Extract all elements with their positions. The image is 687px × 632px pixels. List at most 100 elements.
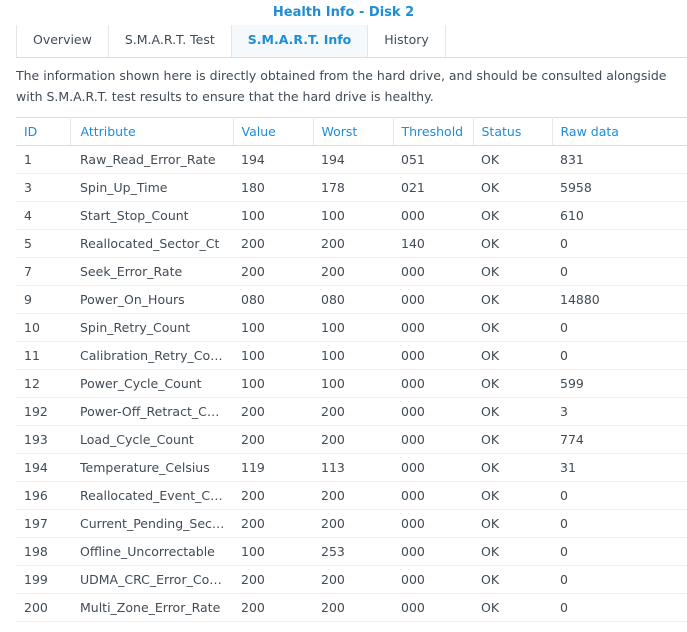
cell-status: OK xyxy=(473,201,552,230)
cell-id: 192 xyxy=(16,397,70,426)
cell-id: 11 xyxy=(16,341,70,370)
cell-raw-data: 0 xyxy=(552,593,687,622)
table-row[interactable]: 7 Seek_Error_Rate 200 200 000 OK 0 xyxy=(16,257,687,286)
cell-attribute: UDMA_CRC_Error_Count xyxy=(70,565,233,594)
cell-status: OK xyxy=(473,565,552,594)
cell-raw-data: 0 xyxy=(552,257,687,286)
health-info-window: Health Info - Disk 2 Overview S.M.A.R.T.… xyxy=(0,0,687,632)
cell-worst: 100 xyxy=(313,369,393,398)
table-row[interactable]: 1 Raw_Read_Error_Rate 194 194 051 OK 831 xyxy=(16,145,687,174)
cell-raw-data: 0 xyxy=(552,229,687,258)
cell-worst: 194 xyxy=(313,145,393,174)
cell-id: 4 xyxy=(16,201,70,230)
column-header-value[interactable]: Value xyxy=(233,117,314,146)
cell-status: OK xyxy=(473,145,552,174)
cell-value: 200 xyxy=(233,257,313,286)
cell-value: 194 xyxy=(233,145,313,174)
table-row[interactable]: 12 Power_Cycle_Count 100 100 000 OK 599 xyxy=(16,369,687,398)
cell-value: 100 xyxy=(233,313,313,342)
column-header-status[interactable]: Status xyxy=(473,117,553,146)
cell-value: 200 xyxy=(233,425,313,454)
cell-threshold: 000 xyxy=(393,453,473,482)
cell-status: OK xyxy=(473,425,552,454)
cell-worst: 200 xyxy=(313,257,393,286)
cell-attribute: Current_Pending_Sector xyxy=(70,509,233,538)
table-row[interactable]: 198 Offline_Uncorrectable 100 253 000 OK 0 xyxy=(16,537,687,566)
cell-worst: 178 xyxy=(313,173,393,202)
tab-history[interactable]: History xyxy=(368,25,446,57)
cell-threshold: 000 xyxy=(393,481,473,510)
table-row[interactable]: 11 Calibration_Retry_Count 100 100 000 OK 0 xyxy=(16,341,687,370)
cell-id: 5 xyxy=(16,229,70,258)
tab-smart-info[interactable]: S.M.A.R.T. Info xyxy=(231,25,369,57)
column-header-id[interactable]: ID xyxy=(16,117,71,146)
cell-raw-data: 14880 xyxy=(552,285,687,314)
cell-threshold: 000 xyxy=(393,537,473,566)
table-row[interactable]: 9 Power_On_Hours 080 080 000 OK 14880 xyxy=(16,285,687,314)
table-row[interactable]: 199 UDMA_CRC_Error_Count 200 200 000 OK 0 xyxy=(16,565,687,594)
cell-threshold: 021 xyxy=(393,173,473,202)
cell-raw-data: 0 xyxy=(552,565,687,594)
cell-id: 193 xyxy=(16,425,70,454)
cell-raw-data: 610 xyxy=(552,201,687,230)
cell-attribute: Power_Cycle_Count xyxy=(70,369,233,398)
cell-worst: 100 xyxy=(313,341,393,370)
cell-status: OK xyxy=(473,397,552,426)
table-row[interactable]: 4 Start_Stop_Count 100 100 000 OK 610 xyxy=(16,201,687,230)
cell-status: OK xyxy=(473,509,552,538)
cell-threshold: 000 xyxy=(393,369,473,398)
cell-threshold: 000 xyxy=(393,257,473,286)
cell-value: 200 xyxy=(233,509,313,538)
cell-status: OK xyxy=(473,453,552,482)
table-row[interactable]: 196 Reallocated_Event_Co... 200 200 000 OK 0 xyxy=(16,481,687,510)
column-header-attribute[interactable]: Attribute xyxy=(70,117,234,146)
cell-threshold: 000 xyxy=(393,565,473,594)
table-header-row: ID Attribute Value Worst Threshold Statu… xyxy=(16,117,687,146)
table-row[interactable]: 3 Spin_Up_Time 180 178 021 OK 5958 xyxy=(16,173,687,202)
cell-raw-data: 0 xyxy=(552,481,687,510)
cell-value: 119 xyxy=(233,453,313,482)
table-row[interactable]: 5 Reallocated_Sector_Ct 200 200 140 OK 0 xyxy=(16,229,687,258)
cell-value: 200 xyxy=(233,229,313,258)
window-title: Health Info - Disk 2 xyxy=(0,0,687,25)
cell-attribute: Seek_Error_Rate xyxy=(70,257,233,286)
cell-value: 200 xyxy=(233,565,313,594)
cell-attribute: Raw_Read_Error_Rate xyxy=(70,145,233,174)
cell-status: OK xyxy=(473,369,552,398)
cell-value: 200 xyxy=(233,593,313,622)
cell-value: 100 xyxy=(233,201,313,230)
table-row[interactable]: 10 Spin_Retry_Count 100 100 000 OK 0 xyxy=(16,313,687,342)
tab-overview[interactable]: Overview xyxy=(16,25,109,57)
table-row[interactable]: 194 Temperature_Celsius 119 113 000 OK 31 xyxy=(16,453,687,482)
cell-id: 196 xyxy=(16,481,70,510)
cell-value: 080 xyxy=(233,285,313,314)
tab-smart-test[interactable]: S.M.A.R.T. Test xyxy=(109,25,232,57)
tab-bar: Overview S.M.A.R.T. Test S.M.A.R.T. Info… xyxy=(16,25,687,58)
cell-raw-data: 0 xyxy=(552,537,687,566)
column-header-threshold[interactable]: Threshold xyxy=(393,117,474,146)
cell-value: 180 xyxy=(233,173,313,202)
table-row[interactable]: 193 Load_Cycle_Count 200 200 000 OK 774 xyxy=(16,425,687,454)
cell-status: OK xyxy=(473,537,552,566)
smart-attributes-table: ID Attribute Value Worst Threshold Statu… xyxy=(16,117,687,622)
cell-status: OK xyxy=(473,285,552,314)
cell-raw-data: 774 xyxy=(552,425,687,454)
cell-threshold: 000 xyxy=(393,397,473,426)
column-header-raw-data[interactable]: Raw data xyxy=(552,117,687,146)
cell-worst: 200 xyxy=(313,565,393,594)
cell-worst: 100 xyxy=(313,313,393,342)
cell-worst: 200 xyxy=(313,509,393,538)
table-row[interactable]: 197 Current_Pending_Sector 200 200 000 OK 0 xyxy=(16,509,687,538)
cell-value: 100 xyxy=(233,369,313,398)
column-header-worst[interactable]: Worst xyxy=(313,117,394,146)
cell-threshold: 000 xyxy=(393,341,473,370)
table-row[interactable]: 200 Multi_Zone_Error_Rate 200 200 000 OK 0 xyxy=(16,593,687,622)
cell-worst: 253 xyxy=(313,537,393,566)
cell-raw-data: 0 xyxy=(552,313,687,342)
cell-id: 9 xyxy=(16,285,70,314)
cell-worst: 113 xyxy=(313,453,393,482)
cell-worst: 100 xyxy=(313,201,393,230)
cell-raw-data: 31 xyxy=(552,453,687,482)
table-row[interactable]: 192 Power-Off_Retract_Cou... 200 200 000 OK 3 xyxy=(16,397,687,426)
cell-attribute: Offline_Uncorrectable xyxy=(70,537,233,566)
